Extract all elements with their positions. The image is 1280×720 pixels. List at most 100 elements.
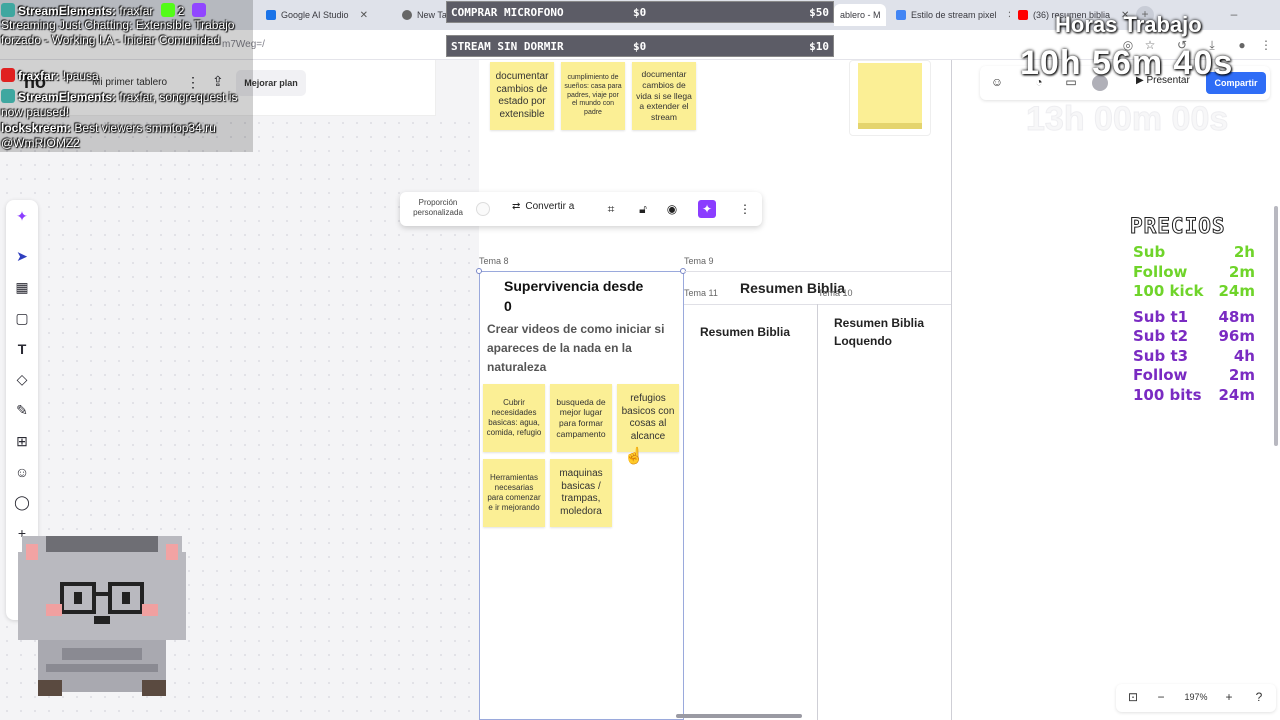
zoom-level[interactable]: 197% [1180,692,1212,702]
price-value: 2h [1233,243,1255,261]
price-row: Sub t1 48m [1133,308,1255,327]
stream-chat-overlay: StreamElements: fraxfar 2 Streaming Just… [0,0,253,152]
chrome-icon [402,10,412,20]
resize-handle[interactable] [476,268,482,274]
twitch-icon [191,3,206,17]
price-value: 4h [1233,346,1255,365]
mouse-cursor-icon: ☝ [624,448,644,465]
board-border [951,60,952,720]
topic-label: Tema 10 [818,288,853,298]
swap-arrows-icon: ⇄ [512,201,521,212]
menu-icon[interactable]: ⋮ [1258,37,1274,53]
topic-subtitle[interactable]: Crear videos de como iniciar si apareces… [487,320,679,378]
kick-icon [160,3,175,17]
shapes-icon[interactable]: ◇ [12,369,32,389]
zoom-controls: ⊡ − 197% + ? [1116,684,1276,712]
eye-icon[interactable]: ◉ [663,200,681,218]
minimize-icon[interactable]: – [1226,6,1242,22]
proportion-selector[interactable]: Proporción personalizada [406,198,470,217]
browser-tab-active[interactable]: ablero - M ✕ [834,4,886,26]
topic-label: Tema 11 [684,288,718,298]
browser-tab[interactable]: Estilo de stream pixel ✕ [890,4,1010,26]
close-tab-icon[interactable]: ✕ [360,10,368,21]
profile-icon[interactable]: ● [1234,37,1250,53]
price-label: 100 bits [1133,385,1202,404]
browser-tab[interactable]: Google AI Studio ✕ [260,4,390,26]
sticky-preview-card[interactable] [849,60,931,136]
price-label: Sub t1 [1133,307,1189,326]
topic-label: Tema 9 [684,256,714,266]
chat-message: lockskreem: Best viewers smmtop34.ru @Wm… [1,121,216,150]
zoom-out-button[interactable]: − [1152,690,1170,704]
work-hours-title: Horas Trabajo [1055,12,1202,37]
price-value: 24m [1218,385,1255,404]
color-picker-button[interactable] [476,202,490,216]
vertical-scrollbar[interactable] [1274,206,1278,446]
prices-title: PRECIOS [1130,214,1226,239]
moderator-badge-icon [1,68,15,82]
price-label: Follow [1133,366,1188,384]
price-label: Sub t3 [1133,346,1189,365]
price-label: Sub t2 [1133,327,1189,345]
comment-icon[interactable]: ◯ [12,492,32,512]
sticky-note[interactable]: maquinas basicas / trampas, moledora [550,459,612,527]
close-tab-icon[interactable]: ✕ [1008,10,1010,21]
convert-to-button[interactable]: ⇄ Convertir a [512,201,574,212]
text-icon[interactable]: T [12,339,32,359]
topic-label: Tema 8 [479,256,509,266]
selection-toolbar: Proporción personalizada ⇄ Convertir a ⌗… [400,192,762,226]
sticky-note[interactable]: documentar cambios de estado por extensi… [490,62,554,130]
price-row: Follow 2m [1133,366,1255,385]
layout-icon[interactable]: ▦ [12,277,32,297]
lock-icon[interactable]: 🔓︎ [634,200,652,218]
frame-icon[interactable]: ⊞ [12,431,32,451]
chat-message: StreamElements: fraxfar, songrequest is … [1,89,238,119]
docs-icon [896,10,906,20]
work-hours-goal: 13h 00m 00s [1025,100,1229,139]
price-value: 2m [1228,366,1255,384]
sticky-note[interactable]: busqueda de mejor lugar para formar camp… [550,384,612,452]
zoom-in-button[interactable]: + [1220,690,1238,704]
price-row: Sub t3 4h [1133,347,1255,366]
chat-message: StreamElements: fraxfar 2 [1,3,253,19]
frame-border [684,271,952,272]
chat-message: Streaming Just Chatting: Extensible Trab… [1,18,235,47]
sticky-note[interactable]: refugios basicos con cosas al alcance [617,384,679,452]
column-title[interactable]: Resumen Biblia Loquendo [834,314,944,350]
price-row: 100 bits 24m [1133,386,1255,405]
column-title[interactable]: Resumen Biblia [700,323,790,341]
sticky-note[interactable]: Herramientas necesarias para comenzar e … [483,459,545,527]
bot-badge-icon [1,89,15,103]
cursor-icon[interactable]: ➤ [12,246,32,266]
browser-tab[interactable]: New Tab [396,4,446,26]
pen-icon[interactable]: ✎ [12,400,32,420]
price-row: Follow 2m [1133,263,1255,282]
sparkle-icon[interactable]: ✦ [12,206,32,226]
price-value: 96m [1218,327,1255,345]
ai-magic-icon[interactable]: ✦ [698,200,716,218]
sticky-note-icon[interactable]: ▢ [12,308,32,328]
reactions-icon[interactable]: ☺ [988,75,1006,91]
price-label: Sub [1133,243,1166,261]
price-label: Follow [1133,262,1188,281]
price-value: 24m [1218,282,1255,300]
sticky-note-thumbnail [858,63,922,129]
column-divider [817,304,818,720]
price-value: 48m [1218,307,1255,326]
horizontal-scrollbar[interactable] [676,714,802,718]
work-hours-timer: 10h 56m 40s [1020,44,1234,82]
topic-title[interactable]: Supervivencia desde 0 [504,277,644,316]
sticky-note[interactable]: cumplimiento de sueños: casa para padres… [561,62,625,130]
sticky-note[interactable]: documentar cambios de vida si se llega a… [632,62,696,130]
fit-screen-icon[interactable]: ⊡ [1124,690,1142,704]
google-ai-studio-icon [266,10,276,20]
help-icon[interactable]: ? [1250,690,1268,704]
sticker-icon[interactable]: ☺ [12,462,32,482]
price-value: 2m [1228,262,1255,281]
goal-bar: COMPRAR MICROFONO $0 $50 [446,1,834,23]
frame-style-icon[interactable]: ⌗ [602,200,620,218]
youtube-icon [1018,10,1028,20]
more-options-icon[interactable]: ⋮ [736,200,754,218]
price-row: 100 kick 24m [1133,282,1255,301]
sticky-note[interactable]: Cubrir necesidades basicas: agua, comida… [483,384,545,452]
